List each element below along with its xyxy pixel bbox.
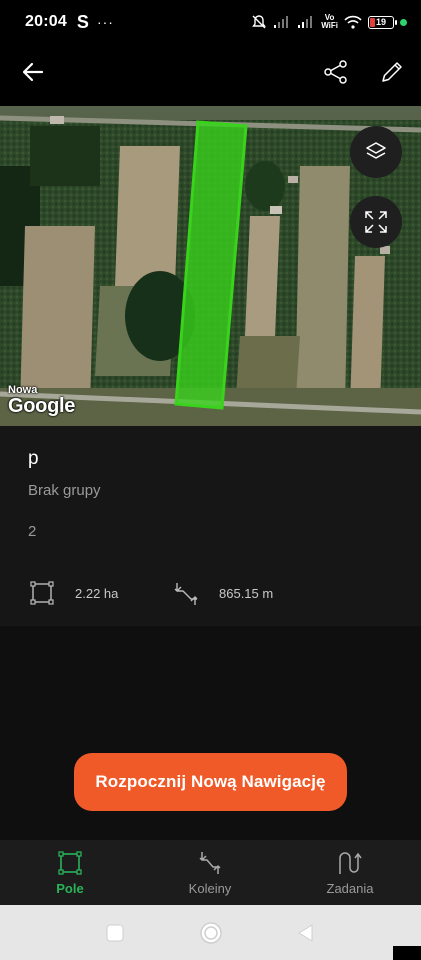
share-button[interactable] [316,52,356,92]
layers-icon [366,142,386,159]
nav-label-pole: Pole [56,881,84,896]
square-icon [106,924,124,942]
recents-button[interactable] [101,919,129,947]
back-button[interactable] [13,52,53,92]
tracks-icon [199,852,221,874]
carrier-icon: S [76,11,89,32]
nav-item-koleiny[interactable]: Koleiny [140,840,280,905]
field-info-panel: p Brak grupy 2 2.22 ha 865.15 m [0,426,421,626]
vowifi-bottom: WiFi [321,21,338,30]
more-notifications-icon: ··· [96,14,114,30]
expand-button[interactable] [350,196,402,248]
status-bar: 20:04 S ··· Vo WiFi 19 [0,0,421,44]
tasks-route-icon [339,852,362,874]
battery-level: 19 [375,17,386,27]
nav-item-zadania[interactable]: Zadania [280,840,420,905]
field-group: Brak grupy [28,482,101,499]
circle-icon [200,922,222,944]
triangle-back-icon [298,924,313,942]
screen-corner [393,946,421,960]
status-time: 20:04 [25,13,67,30]
google-logo: Google [8,395,76,417]
field-polygon-icon [58,851,82,875]
map-attribution: Nowa Google [8,385,76,417]
privacy-dot [400,18,407,26]
expand-icon [365,211,387,233]
area-icon [30,581,54,610]
home-button[interactable] [197,919,225,947]
nav-item-pole[interactable]: Pole [0,840,140,905]
length-icon [173,581,199,612]
app-bar [0,44,421,106]
system-navigation-bar [0,905,421,960]
vowifi-icon: Vo WiFi [321,14,338,30]
wifi-icon [344,15,362,29]
satellite-map[interactable]: Nowa Google [0,106,421,426]
nav-label-koleiny: Koleiny [188,881,232,896]
field-area: 2.22 ha [75,586,119,601]
field-name: p [28,448,39,469]
pencil-icon [382,62,402,82]
battery-icon: 19 [368,15,397,29]
system-back-button[interactable] [292,919,320,947]
start-navigation-button[interactable]: Rozpocznij Nową Nawigację [74,753,347,811]
field-number: 2 [28,523,37,540]
signal-2-icon [297,15,315,29]
edit-button[interactable] [372,52,412,92]
nav-label-zadania: Zadania [326,881,374,896]
share-icon [324,60,347,84]
arrow-left-icon [22,62,44,82]
field-length: 865.15 m [219,586,274,601]
signal-1-icon [273,15,291,29]
bell-off-icon [251,14,267,30]
bottom-navigation: Pole Koleiny Zadania [0,840,421,905]
layers-button[interactable] [350,126,402,178]
